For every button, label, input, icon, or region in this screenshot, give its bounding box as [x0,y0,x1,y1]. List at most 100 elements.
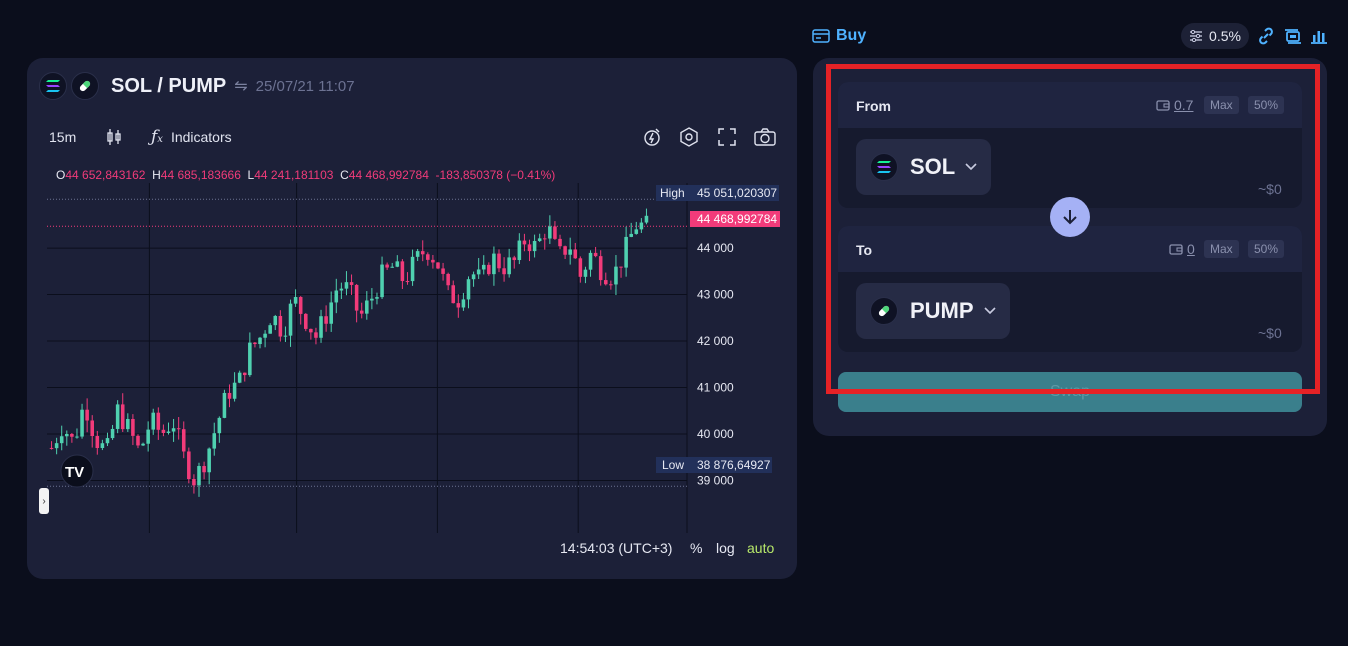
to-token-name: PUMP [910,298,974,323]
candle-body [166,431,171,433]
interval-label: 15m [49,129,77,145]
candle-body [151,412,156,430]
from-header: From 0.7 Max 50% [838,82,1302,128]
candle-body [207,448,211,473]
sol-token-icon [39,72,67,100]
from-label: From [856,98,891,114]
candle-body [161,429,166,433]
candle-body [354,284,359,311]
ohlc-open: 44 652,843162 [65,168,146,182]
chevron-down-icon [983,307,996,315]
tradingview-logo[interactable]: TV [65,464,84,481]
candle-body [171,428,176,432]
from-balance[interactable]: 0.7 [1156,97,1193,113]
candle-body [54,443,59,449]
candle-body [375,297,379,299]
slippage-button[interactable]: 0.5% [1181,23,1249,49]
candle-body [349,282,354,285]
candle-body [278,315,283,337]
route-icon[interactable] [1283,26,1303,46]
candle-body [588,252,593,270]
candle-body [568,249,572,255]
candle-body [532,240,537,252]
fullscreen-icon[interactable] [715,124,739,150]
candle-body [273,315,278,326]
candle-body [283,335,288,337]
indicators-button[interactable]: ƒx Indicators [151,124,232,150]
candle-body [405,281,410,283]
candle-body [90,420,94,437]
buy-tab[interactable]: Buy [812,26,866,46]
to-half-button[interactable]: 50% [1248,240,1285,258]
y-tick-label: 41 000 [697,381,734,395]
card-icon [812,29,830,43]
candle-body [105,438,110,444]
candle-body [49,447,54,449]
candle-body [502,268,506,275]
candle-body [293,297,298,304]
candle-body [370,298,374,301]
candle-body [288,303,293,336]
candle-body [476,269,481,275]
candle-body [237,372,242,383]
candle-body [492,253,496,275]
candle-body [624,236,628,268]
candle-body [304,313,308,329]
candle-body [329,302,333,324]
from-max-button[interactable]: Max [1204,96,1239,114]
candle-body [609,284,613,286]
log-toggle[interactable]: log [716,540,735,556]
pump-token-icon [71,72,99,100]
candle-body [598,256,603,281]
high-value: 45 051,020307 [697,186,777,200]
last-price: 44 468,992784 [697,212,777,226]
chart-toggle-icon[interactable] [1309,26,1329,46]
ohlc-high-label: H [152,168,161,182]
from-token-select[interactable]: SOL [856,139,992,195]
candle-body [487,264,491,275]
candle-body [461,299,466,308]
candle-body [115,404,120,429]
arrow-down-icon [1063,210,1077,225]
chart-panel: SOL / PUMP ⇋ 25/07/21 11:07 15m ƒx Indic… [27,58,797,579]
candle-body [512,257,517,261]
buy-tab-label: Buy [836,27,867,44]
link-icon[interactable] [1256,26,1276,46]
y-tick-label: 42 000 [697,334,734,348]
candle-body [553,226,557,239]
candle-type-icon[interactable] [102,124,126,150]
candle-body [593,252,598,257]
candle-body [365,300,369,314]
candle-body [359,310,364,314]
from-token-name: SOL [910,154,956,179]
candle-body [558,238,562,247]
swap-button[interactable]: Swap [838,372,1302,412]
interval-button[interactable]: 15m [49,124,76,150]
ohlc-close: 44 468,992784 [348,168,429,182]
candle-body [80,409,84,437]
to-balance[interactable]: 0 [1169,241,1195,257]
clock-label: 14:54:03 (UTC+3) [560,540,673,556]
candle-body [639,222,644,230]
candle-body [192,479,196,486]
low-value: 38 876,64927 [697,458,771,472]
candle-body [441,268,445,274]
candlestick-chart[interactable]: 44 00043 00042 00041 00040 00039 00018:0… [27,183,797,533]
alert-icon[interactable] [640,124,664,150]
candle-body [507,257,511,275]
auto-toggle[interactable]: auto [747,540,774,556]
swap-pair-icon[interactable]: ⇋ [234,76,247,96]
candle-body [420,251,425,255]
camera-icon[interactable] [753,124,777,150]
candle-body [415,251,420,257]
candle-body [136,435,140,446]
sidebar-expand-handle[interactable]: › [39,488,49,514]
candle-body [497,253,501,269]
percent-toggle[interactable]: % [690,540,702,556]
from-half-button[interactable]: 50% [1248,96,1285,114]
to-max-button[interactable]: Max [1204,240,1239,258]
to-token-select[interactable]: PUMP [856,283,1010,339]
settings-icon[interactable] [677,124,701,150]
flip-direction-button[interactable] [1050,197,1090,237]
candle-body [258,337,262,345]
